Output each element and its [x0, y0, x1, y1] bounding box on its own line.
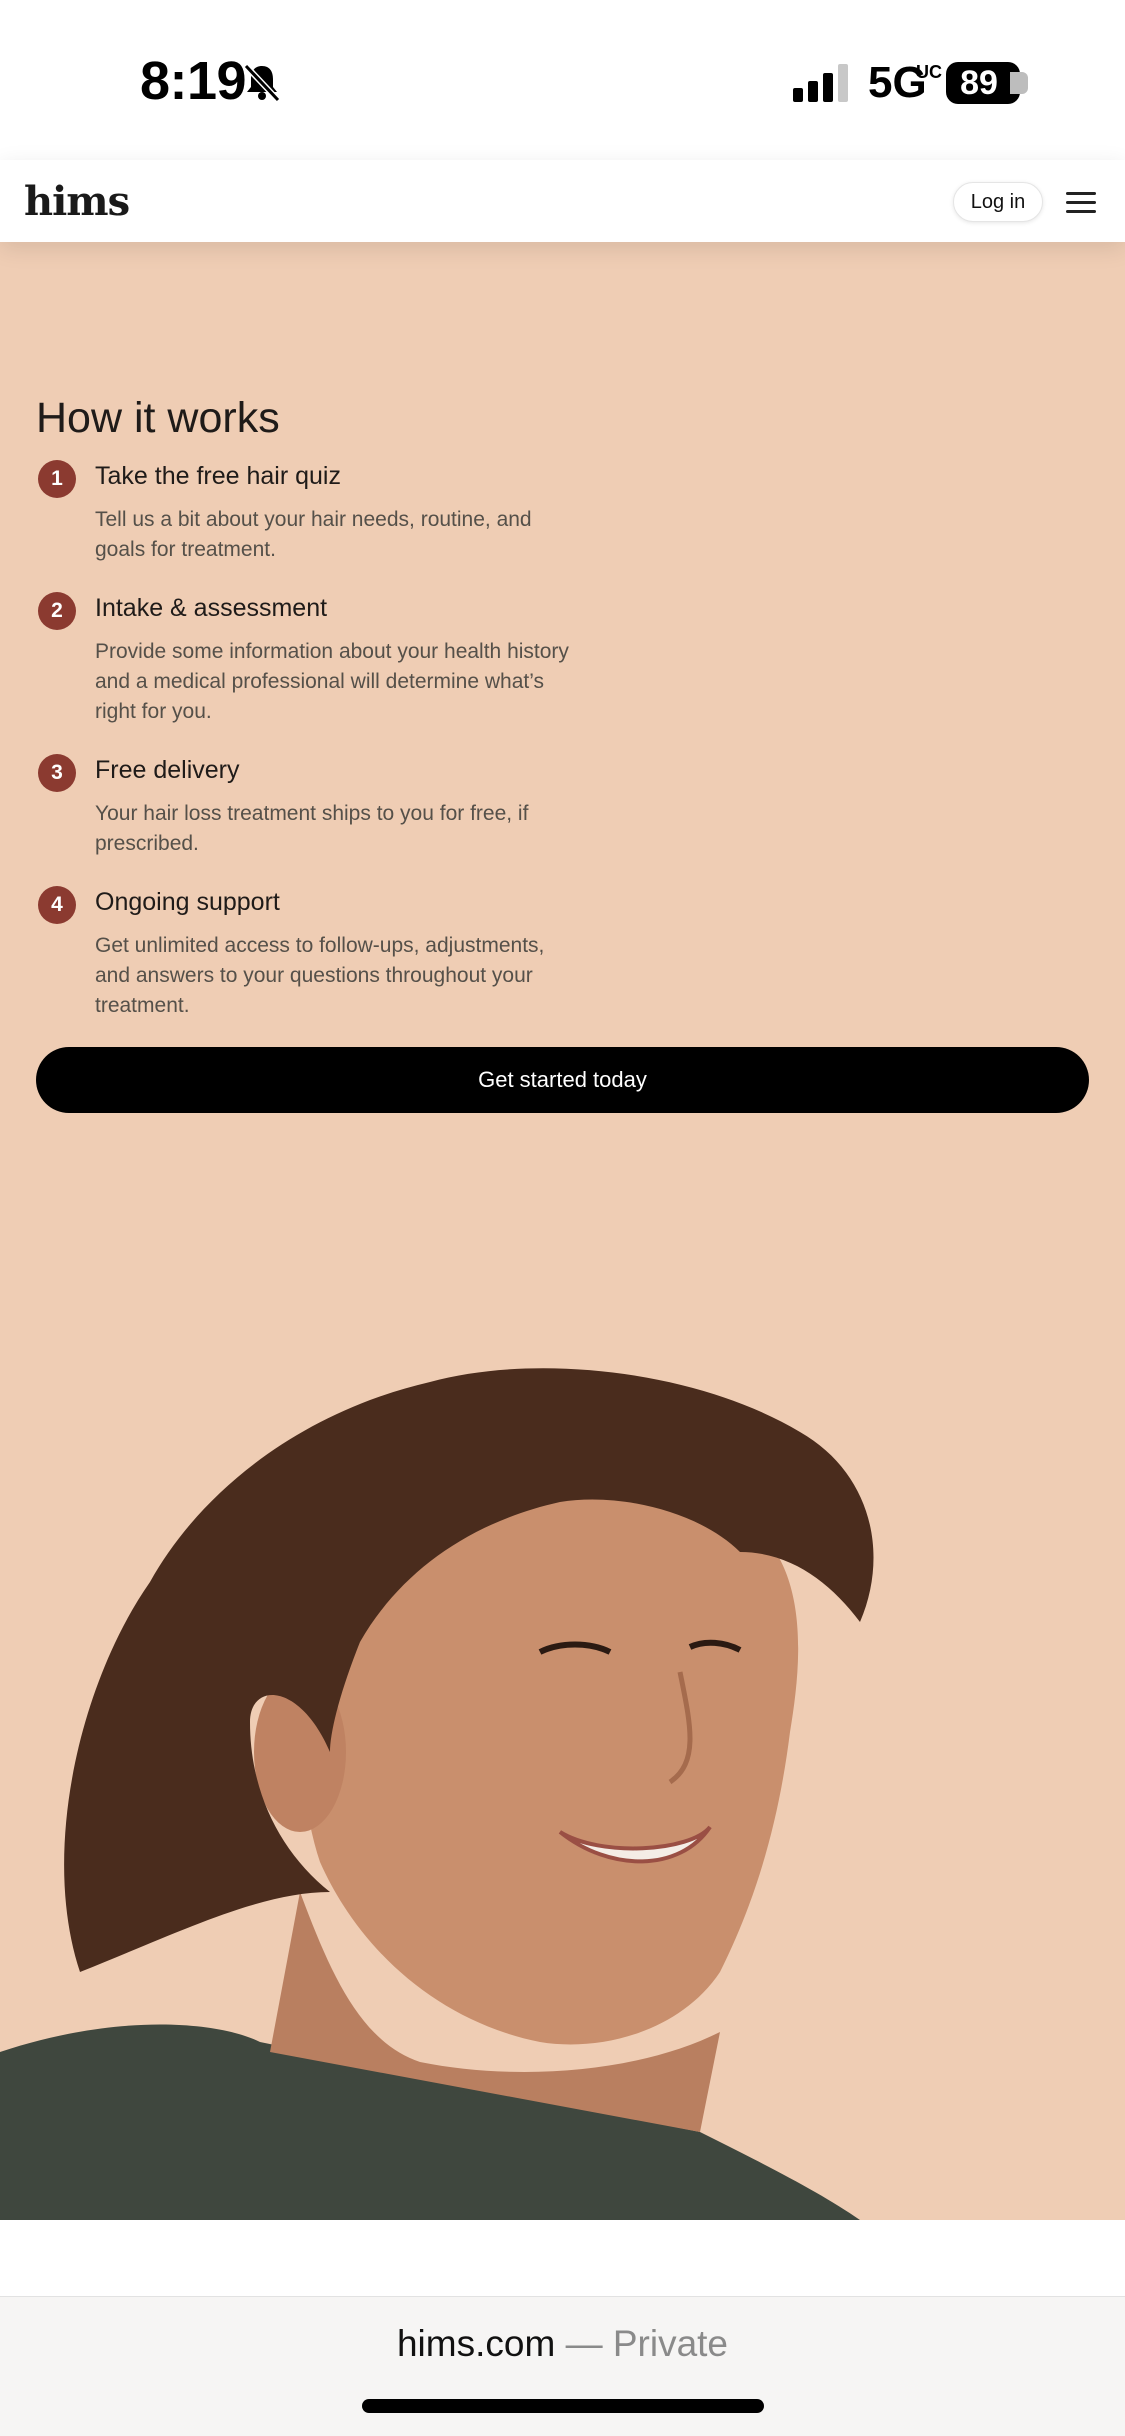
battery-level: 89	[960, 63, 998, 102]
battery-cap	[1010, 72, 1028, 94]
battery-icon: 89	[946, 62, 1020, 104]
step-title: Free delivery	[95, 756, 240, 784]
browser-address-bar[interactable]: hims.com — Private	[0, 2296, 1125, 2436]
status-time: 8:19	[140, 51, 247, 111]
home-indicator[interactable]	[362, 2399, 764, 2413]
step-description: Get unlimited access to follow-ups, adju…	[95, 934, 545, 1017]
get-started-button[interactable]: Get started today	[36, 1047, 1089, 1113]
step-description: Tell us a bit about your hair needs, rou…	[95, 508, 532, 561]
step-description: Your hair loss treatment ships to you fo…	[95, 802, 529, 855]
section-title: How it works	[36, 394, 280, 442]
network-suffix: UC	[916, 62, 942, 82]
step-title: Take the free hair quiz	[95, 462, 341, 490]
signal-icon	[793, 64, 848, 102]
url-display[interactable]: hims.com — Private	[0, 2323, 1125, 2365]
step-number-badge: 2	[38, 592, 76, 630]
hamburger-menu-icon[interactable]	[1066, 192, 1096, 214]
site-header: hims Log in	[0, 160, 1125, 242]
bottom-sheet	[0, 2220, 1125, 2296]
private-label: — Private	[565, 2323, 729, 2364]
step-title: Intake & assessment	[95, 594, 328, 622]
step-description: Provide some information about your heal…	[95, 640, 569, 723]
hims-logo[interactable]: hims	[24, 178, 130, 225]
step-number-badge: 4	[38, 886, 76, 924]
url-domain: hims.com	[396, 2323, 556, 2364]
step-number-badge: 1	[38, 460, 76, 498]
bell-slash-icon	[243, 63, 281, 103]
login-button[interactable]: Log in	[953, 182, 1043, 222]
status-bar: 8:19 5G UC 89	[0, 0, 1125, 160]
step-title: Ongoing support	[95, 888, 280, 916]
hero-model-photo	[0, 1368, 874, 2220]
step-number-badge: 3	[38, 754, 76, 792]
network-type: 5G UC	[868, 58, 942, 108]
how-it-works-section: How it works 1 Take the free hair quiz T…	[0, 242, 1125, 2220]
